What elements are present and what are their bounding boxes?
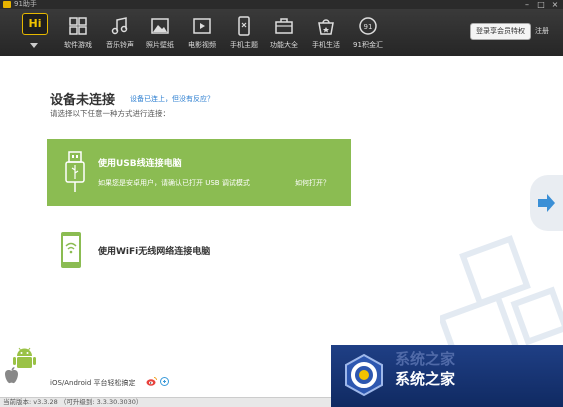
title-bar: 91助手 – □ ×	[0, 0, 563, 9]
arrow-right-icon	[538, 194, 555, 212]
watermark-ghost-text: 系统之家	[395, 350, 456, 368]
nav-item-label: 电影视频	[188, 41, 216, 49]
watermark-overlay: 系统之家 系统之家	[331, 345, 563, 407]
apple-icon	[5, 367, 18, 384]
page-subtitle: 请选择以下任意一种方式进行连接：	[50, 109, 170, 118]
chevron-down-icon[interactable]	[30, 43, 38, 48]
nav-item-themes[interactable]: 手机主题	[222, 9, 266, 56]
nav-item-gold[interactable]: 91 91积金汇	[346, 9, 390, 56]
watermark-text: 系统之家	[395, 370, 456, 388]
usb-title: 使用USB线连接电脑	[98, 159, 182, 169]
minimize-button[interactable]: –	[522, 0, 532, 9]
shopping-bag-icon	[318, 19, 334, 35]
maximize-button[interactable]: □	[536, 0, 546, 9]
phone-theme-icon	[238, 16, 250, 36]
register-link[interactable]: 注册	[535, 25, 549, 37]
watermark-logo-icon	[345, 353, 383, 397]
video-play-icon	[193, 18, 211, 34]
apps-grid-icon	[69, 17, 87, 35]
nav-item-apps-games[interactable]: 软件游戏	[56, 9, 100, 56]
nav-item-label: 手机生活	[312, 41, 340, 49]
window-title: 91助手	[14, 0, 37, 8]
image-icon	[151, 18, 169, 34]
nav-item-music[interactable]: 音乐铃声	[98, 9, 142, 56]
page-title: 设备未连接	[50, 93, 116, 108]
hi-logo-button[interactable]: Hi	[22, 13, 48, 35]
gold-coin-icon: 91	[359, 17, 377, 35]
next-page-button[interactable]	[530, 175, 563, 231]
app-logo-icon	[3, 1, 11, 8]
usb-cable-icon	[65, 151, 85, 192]
version-info: 当前版本: v3.3.28 （可升级到: 3.3.30.3030）	[3, 398, 143, 406]
nav-item-label: 功能大全	[270, 41, 298, 49]
usb-description: 如果您是安卓用户，请确认已打开 USB 调试模式	[98, 179, 250, 187]
toolbox-icon	[275, 18, 293, 34]
share-link-icon[interactable]	[160, 377, 169, 386]
weibo-icon[interactable]	[146, 376, 157, 386]
platform-tagline: iOS/Android 平台轻松搞定	[50, 379, 136, 387]
main-toolbar: Hi 软件游戏 音乐铃声 照片壁纸 电影视频 手机主题 功能大全 手机生活 91…	[0, 9, 563, 56]
wifi-phone-icon[interactable]	[60, 231, 82, 269]
nav-item-functions[interactable]: 功能大全	[262, 9, 306, 56]
usb-how-to-link[interactable]: 如何打开？	[295, 178, 330, 188]
nav-item-label: 软件游戏	[64, 41, 92, 49]
wifi-connect-option[interactable]: 使用WiFi无线网络连接电脑	[98, 244, 210, 257]
nav-item-life[interactable]: 手机生活	[304, 9, 348, 56]
music-note-icon	[111, 17, 128, 35]
nav-item-label: 91积金汇	[353, 41, 383, 49]
usb-connect-card[interactable]: 使用USB线连接电脑 如果您是安卓用户，请确认已打开 USB 调试模式 如何打开…	[47, 139, 351, 206]
nav-item-photos[interactable]: 照片壁纸	[138, 9, 182, 56]
login-vip-button[interactable]: 登录享会员特权	[470, 23, 531, 40]
svg-text:91: 91	[364, 23, 373, 31]
nav-item-label: 手机主题	[230, 41, 258, 49]
nav-item-label: 音乐铃声	[106, 41, 134, 49]
nav-item-label: 照片壁纸	[146, 41, 174, 49]
help-link[interactable]: 设备已连上，但没有反应？	[130, 94, 214, 104]
close-button[interactable]: ×	[550, 0, 560, 9]
nav-item-videos[interactable]: 电影视频	[180, 9, 224, 56]
